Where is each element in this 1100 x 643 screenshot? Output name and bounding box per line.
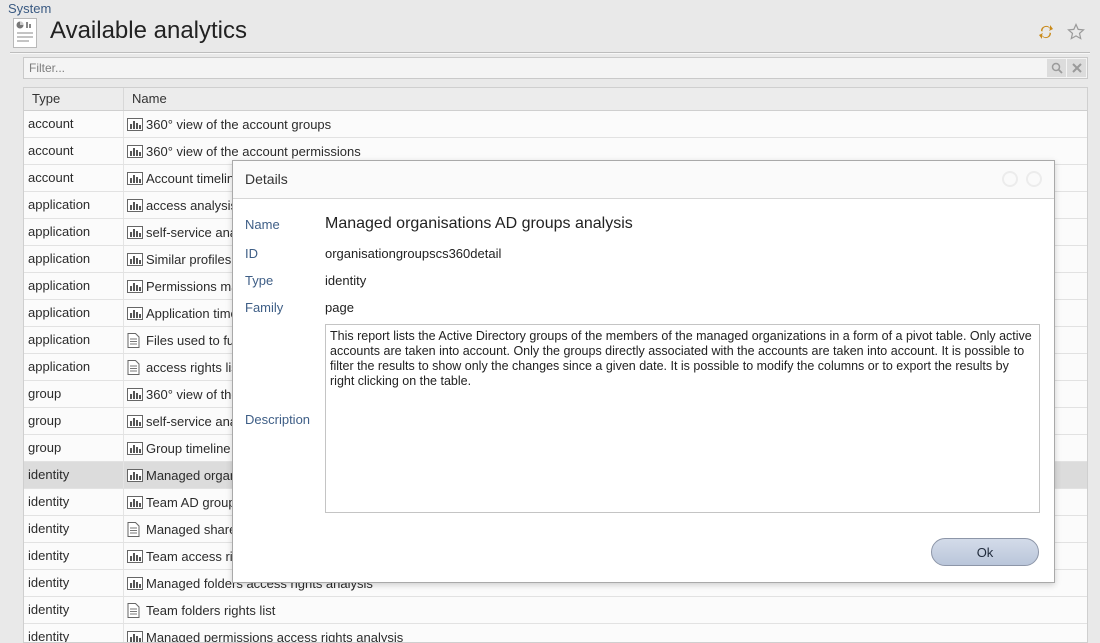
analytic-name: Team folders rights list bbox=[146, 602, 276, 618]
description-textarea[interactable]: This report lists the Active Directory g… bbox=[325, 324, 1040, 513]
chart-icon bbox=[127, 225, 143, 239]
chart-icon bbox=[127, 252, 143, 266]
family-value: page bbox=[325, 300, 354, 315]
chart-icon bbox=[127, 387, 143, 401]
column-header-type[interactable]: Type bbox=[24, 88, 124, 110]
family-label: Family bbox=[245, 300, 284, 315]
chart-icon bbox=[127, 279, 143, 293]
cell-type: group bbox=[24, 408, 124, 434]
type-label: Type bbox=[245, 273, 274, 288]
cell-type: identity bbox=[24, 462, 124, 488]
chart-icon bbox=[127, 549, 143, 563]
chart-icon bbox=[127, 306, 143, 320]
analytic-name: access analysis bbox=[146, 197, 238, 213]
cell-type: application bbox=[24, 273, 124, 299]
cell-type: account bbox=[24, 165, 124, 191]
help-icon[interactable] bbox=[1002, 171, 1018, 187]
analytic-name: Group timeline bbox=[146, 440, 231, 456]
report-page-icon bbox=[13, 18, 37, 48]
analytic-name: Similar profiles bbox=[146, 251, 232, 267]
type-value: identity bbox=[325, 273, 367, 288]
dialog-title: Details bbox=[245, 171, 288, 187]
name-value: Managed organisations AD groups analysis bbox=[325, 215, 633, 232]
cell-type: application bbox=[24, 246, 124, 272]
id-label: ID bbox=[245, 246, 258, 261]
dialog-title-bar: Details bbox=[233, 161, 1054, 199]
chart-icon bbox=[127, 414, 143, 428]
document-icon bbox=[127, 521, 143, 537]
cell-name: 360° view of the account groups bbox=[124, 111, 1087, 137]
cell-type: account bbox=[24, 138, 124, 164]
chart-icon bbox=[127, 576, 143, 590]
breadcrumb[interactable]: System bbox=[8, 1, 51, 16]
cell-type: application bbox=[24, 219, 124, 245]
chart-icon bbox=[127, 198, 143, 212]
cell-type: identity bbox=[24, 624, 124, 642]
close-icon[interactable] bbox=[1026, 171, 1042, 187]
document-icon bbox=[127, 602, 143, 618]
cell-type: identity bbox=[24, 489, 124, 515]
analytic-name: Account timeline bbox=[146, 170, 242, 186]
table-row[interactable]: identity Managed permissions access right… bbox=[24, 624, 1087, 643]
analytic-name: 360° view of the account groups bbox=[146, 116, 332, 132]
chart-icon bbox=[127, 630, 143, 642]
search-icon[interactable] bbox=[1047, 59, 1066, 77]
cell-type: application bbox=[24, 192, 124, 218]
document-icon bbox=[127, 332, 143, 348]
table-header: Type Name bbox=[24, 88, 1087, 111]
refresh-icon[interactable] bbox=[1036, 22, 1056, 42]
cell-name: Managed permissions access rights analys… bbox=[124, 624, 1087, 643]
cell-type: group bbox=[24, 381, 124, 407]
details-dialog: Details Name Managed organisations AD gr… bbox=[232, 160, 1055, 583]
analytic-name: Managed permissions access rights analys… bbox=[146, 629, 404, 643]
cell-type: identity bbox=[24, 516, 124, 542]
table-row[interactable]: account 360° view of the account groups bbox=[24, 111, 1087, 138]
chart-icon bbox=[127, 441, 143, 455]
filter-input[interactable] bbox=[24, 58, 1044, 78]
chart-icon bbox=[127, 171, 143, 185]
filter-bar bbox=[23, 57, 1088, 79]
star-icon[interactable] bbox=[1066, 22, 1086, 42]
cell-type: application bbox=[24, 300, 124, 326]
chart-icon bbox=[127, 495, 143, 509]
id-value: organisationgroupscs360detail bbox=[325, 246, 502, 261]
clear-icon[interactable] bbox=[1067, 59, 1086, 77]
cell-name: Team folders rights list bbox=[124, 597, 1087, 623]
chart-icon bbox=[127, 144, 143, 158]
cell-type: application bbox=[24, 327, 124, 353]
cell-type: identity bbox=[24, 543, 124, 569]
cell-type: group bbox=[24, 435, 124, 461]
cell-type: identity bbox=[24, 570, 124, 596]
table-row[interactable]: identity Team folders rights list bbox=[24, 597, 1087, 624]
cell-type: identity bbox=[24, 597, 124, 623]
page-title: Available analytics bbox=[50, 17, 248, 44]
chart-icon bbox=[127, 117, 143, 131]
name-label: Name bbox=[245, 217, 280, 232]
document-icon bbox=[127, 359, 143, 375]
analytic-name: access rights list bbox=[146, 359, 242, 375]
description-label: Description bbox=[245, 412, 311, 427]
analytic-name: 360° view of the account permissions bbox=[146, 143, 361, 159]
cell-type: account bbox=[24, 111, 124, 137]
cell-type: application bbox=[24, 354, 124, 380]
header-divider bbox=[10, 52, 1090, 54]
chart-icon bbox=[127, 468, 143, 482]
ok-button[interactable]: Ok bbox=[931, 538, 1039, 566]
column-header-name[interactable]: Name bbox=[124, 88, 1087, 110]
